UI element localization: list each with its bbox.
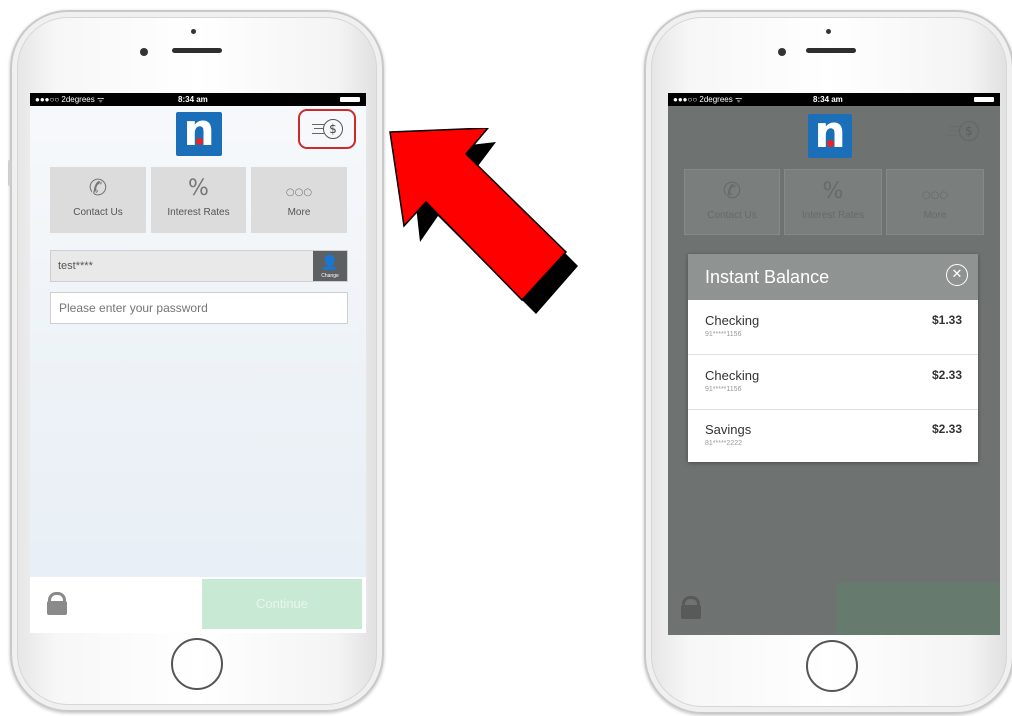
person-icon: 👤 [321,254,339,270]
tile-label: More [923,210,947,221]
red-arrow-icon [389,128,578,314]
more-dots-icon: ○○○ [285,187,313,198]
account-name: Checking [705,368,760,383]
status-bar: ●●●○○ 2degrees ᯤ 8:34 am [668,93,1000,106]
account-balance: $2.33 [931,422,962,436]
carrier-label: ●●●○○ 2degrees ᯤ [35,95,105,104]
account-name: Checking [705,313,760,328]
modal-title: Instant Balance [705,267,830,287]
logo-dot [196,138,203,145]
lock-icon [681,596,701,620]
account-number: 91*****1156 [705,331,742,338]
instant-balance-button[interactable]: $ [946,120,980,142]
account-row[interactable]: Checking 91*****1156 $1.33 [688,300,978,355]
tile-more: ○○○ More [886,169,984,235]
logo-letter: n [814,107,846,158]
tile-label: More [287,207,311,218]
tile-label: Contact Us [73,207,123,218]
account-row[interactable]: Savings 81*****2222 $2.33 [688,409,978,463]
proximity-sensor [191,29,196,34]
account-balance: $2.33 [931,368,962,382]
earpiece-speaker [172,48,222,53]
modal-header: Instant Balance ✕ [688,254,978,300]
percent-icon: % [822,179,844,204]
bottom-bar: Continue [30,577,366,633]
login-screen: ●●●○○ 2degrees ᯤ 8:34 am n $ ✆ Contact U… [30,93,366,633]
continue-button[interactable]: Continue [202,579,362,629]
account-number: 91*****1156 [705,386,742,393]
earpiece-speaker [806,48,856,53]
continue-button-dimmed [836,583,1000,635]
username-value: test**** [58,260,93,272]
tile-interest-rates[interactable]: % Interest Rates [151,167,246,233]
account-name: Savings [705,422,752,437]
battery-icon [974,97,994,102]
lock-icon [47,592,67,616]
tile-label: Interest Rates [801,210,865,221]
clock: 8:34 am [813,95,843,104]
bank-logo: n [176,106,222,156]
change-label: Change [321,273,339,279]
carrier-label: ●●●○○ 2degrees ᯤ [673,95,743,104]
dollar-coin-icon: $ [959,121,979,141]
instant-balance-modal: Instant Balance ✕ Checking 91*****1156 $… [688,254,978,462]
proximity-sensor [826,29,831,34]
tile-interest-rates: % Interest Rates [784,169,882,235]
tile-more[interactable]: ○○○ More [251,167,347,233]
account-row[interactable]: Checking 91*****1156 $2.33 [688,355,978,410]
tile-contact-us: ✆ Contact Us [684,169,780,235]
highlight-box [298,109,356,149]
account-balance: $1.33 [931,313,962,327]
password-input[interactable] [50,292,348,324]
battery-icon [340,97,360,102]
tile-label: Contact Us [707,210,757,221]
front-camera [140,48,148,56]
change-user-button[interactable]: 👤 Change [313,251,347,281]
front-camera [778,48,786,56]
percent-icon: % [188,176,209,201]
home-button[interactable] [171,638,223,690]
home-button[interactable] [806,640,858,692]
tile-label: Interest Rates [167,207,230,218]
close-icon[interactable]: ✕ [946,264,968,286]
tile-contact-us[interactable]: ✆ Contact Us [50,167,146,233]
phone-icon: ✆ [722,179,742,204]
more-dots-icon: ○○○ [921,190,949,201]
logo-letter: n [183,105,215,156]
volume-button [8,160,11,186]
bank-logo: n [808,108,852,158]
username-field[interactable]: test**** 👤 Change [50,250,348,282]
account-number: 81*****2222 [705,440,742,447]
phone-icon: ✆ [88,176,108,201]
logo-dot [827,140,834,147]
